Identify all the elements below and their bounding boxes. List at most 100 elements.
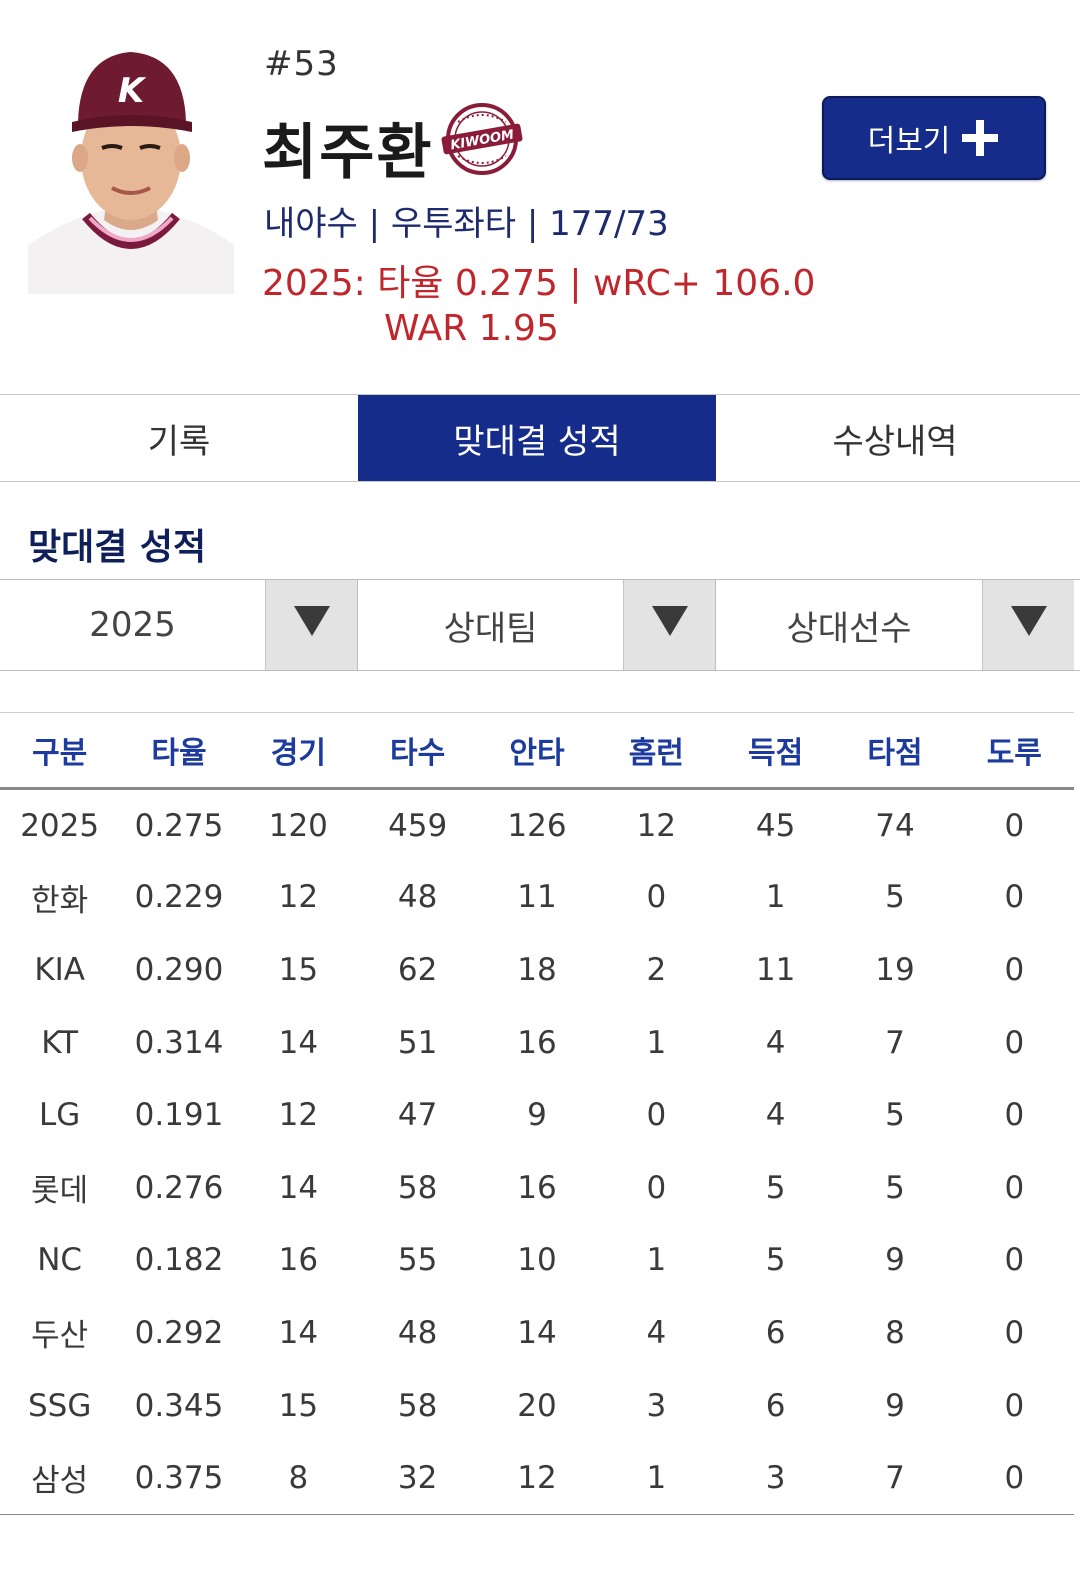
opponent-player-select-value: 상대선수 — [786, 608, 912, 649]
table-cell: 459 — [388, 807, 448, 844]
team-logo: KIWOOM — [440, 100, 524, 178]
table-cell: 0.345 — [134, 1387, 224, 1424]
table-cell: 0 — [646, 1169, 667, 1206]
table-row: 삼성 0.375 8 32 12 1 3 7 0 — [0, 1442, 1074, 1515]
table-row: 2025 0.275 120 459 126 12 45 74 0 — [0, 789, 1074, 862]
table-body: 2025 0.275 120 459 126 12 45 74 0 한화 0.229 12 48 11 0 1… — [0, 789, 1074, 1515]
caret-down-icon — [651, 606, 688, 636]
column-header: 도루 — [986, 736, 1042, 771]
table-row: 한화 0.229 12 48 11 0 1 5 0 — [0, 861, 1074, 934]
more-button[interactable]: 더보기 — [822, 96, 1046, 180]
table-cell: 0.229 — [134, 879, 224, 916]
table-cell: 롯데 — [31, 1173, 89, 1210]
table-cell: 0.276 — [134, 1169, 224, 1206]
section-title: 맞대결 성적 — [28, 527, 207, 568]
svg-text:K: K — [118, 71, 147, 111]
table-cell: 삼성 — [31, 1463, 89, 1500]
table-cell: 4 — [765, 1097, 786, 1134]
table-cell: 16 — [517, 1024, 557, 1061]
table-cell: 6 — [765, 1314, 786, 1351]
head-to-head-table: 구분 타율 경기 타수 안타 홈런 득점 타점 도루 2025 0.275 120 4… — [0, 712, 1074, 1515]
table-cell: 14 — [517, 1314, 557, 1351]
opponent-team-select[interactable]: 상대팀 — [358, 580, 716, 670]
table-cell: SSG — [27, 1387, 92, 1424]
table-cell: 32 — [397, 1459, 438, 1496]
table-cell: 62 — [397, 951, 438, 988]
table-cell: 55 — [397, 1242, 438, 1279]
table-cell: 6 — [765, 1387, 786, 1424]
player-name: 최주환 — [262, 118, 434, 188]
table-row: 두산 0.292 14 48 14 4 6 8 0 — [0, 1297, 1074, 1370]
table-cell: 0.182 — [134, 1242, 224, 1279]
player-profile: K #53 최주환 KIWOOM 내야수 | 우투좌타 | 177/73 202… — [0, 0, 1080, 395]
opponent-team-select-value: 상대팀 — [443, 608, 538, 649]
table-cell: KIA — [34, 951, 85, 988]
plus-icon — [960, 118, 1000, 158]
table-cell: 0 — [1004, 1169, 1025, 1206]
table-cell: 126 — [507, 807, 567, 844]
season-select[interactable]: 2025 — [0, 580, 358, 670]
table-row: KIA 0.290 15 62 18 2 11 19 0 — [0, 934, 1074, 1007]
column-header: 안타 — [509, 736, 565, 771]
table-cell: 1 — [646, 1242, 667, 1279]
table-cell: 16 — [278, 1242, 319, 1279]
column-header: 홈런 — [628, 736, 684, 771]
table-cell: 두산 — [31, 1318, 89, 1355]
table-cell: 1 — [765, 879, 786, 916]
caret-down-icon — [293, 606, 330, 636]
table-cell: 0 — [1004, 807, 1025, 844]
table-cell: LG — [39, 1097, 81, 1134]
table-cell: 7 — [885, 1459, 905, 1496]
tab-bar: 기록 맞대결 성적 수상내역 — [0, 394, 1080, 482]
table-cell: 2 — [646, 951, 667, 988]
table-cell: 12 — [636, 807, 677, 844]
column-header: 타수 — [390, 736, 446, 771]
table-cell: 12 — [278, 879, 319, 916]
table-cell: 14 — [278, 1169, 319, 1206]
table-cell: 7 — [885, 1024, 905, 1061]
opponent-player-select[interactable]: 상대선수 — [716, 580, 1074, 670]
table-cell: 18 — [517, 951, 557, 988]
season-select-value: 2025 — [89, 605, 176, 645]
table-cell: 0 — [1004, 879, 1025, 916]
table-cell: 15 — [278, 951, 319, 988]
table-header-row: 구분 타율 경기 타수 안타 홈런 득점 타점 도루 — [0, 712, 1074, 789]
table-cell: 1 — [646, 1459, 667, 1496]
table-cell: 12 — [517, 1459, 557, 1496]
tab-records[interactable]: 기록 — [0, 395, 358, 481]
table-row: NC 0.182 16 55 10 1 5 9 0 — [0, 1224, 1074, 1297]
tab-awards[interactable]: 수상내역 — [716, 395, 1074, 481]
table-cell: 4 — [765, 1024, 786, 1061]
table-cell: 48 — [397, 879, 438, 916]
table-cell: 0 — [1004, 1459, 1025, 1496]
table-cell: 51 — [397, 1024, 438, 1061]
table-cell: 19 — [875, 951, 915, 988]
column-header: 득점 — [748, 736, 804, 771]
opponent-team-select-toggle[interactable] — [623, 580, 715, 670]
caret-down-icon — [1010, 606, 1047, 636]
filter-bar: 2025 상대팀 상대선수 — [0, 579, 1080, 671]
table-cell: 45 — [755, 807, 796, 844]
player-number: #53 — [264, 44, 339, 84]
table-cell: 0 — [646, 1097, 667, 1134]
table-row: LG 0.191 12 47 9 0 4 5 0 — [0, 1079, 1074, 1152]
tab-head-to-head[interactable]: 맞대결 성적 — [358, 395, 716, 481]
season-stat-line: 2025: 타율 0.275 | wRC+ 106.0 — [262, 263, 816, 304]
column-header: 경기 — [270, 736, 326, 771]
table-cell: 0 — [1004, 1387, 1025, 1424]
table-cell: 5 — [765, 1169, 786, 1206]
table-cell: 47 — [397, 1097, 438, 1134]
table-cell: 14 — [278, 1314, 319, 1351]
table-cell: 15 — [278, 1387, 319, 1424]
season-select-toggle[interactable] — [265, 580, 357, 670]
table-cell: KT — [41, 1024, 79, 1061]
table-cell: 0 — [646, 879, 667, 916]
table-cell: 48 — [397, 1314, 438, 1351]
table-cell: 11 — [517, 879, 557, 916]
table-cell: 0.275 — [134, 807, 224, 844]
table-cell: 0.375 — [134, 1459, 224, 1496]
table-cell: 0.191 — [134, 1097, 224, 1134]
table-row: SSG 0.345 15 58 20 3 6 9 0 — [0, 1369, 1074, 1442]
opponent-player-select-toggle[interactable] — [982, 580, 1074, 670]
table-cell: 0 — [1004, 951, 1025, 988]
